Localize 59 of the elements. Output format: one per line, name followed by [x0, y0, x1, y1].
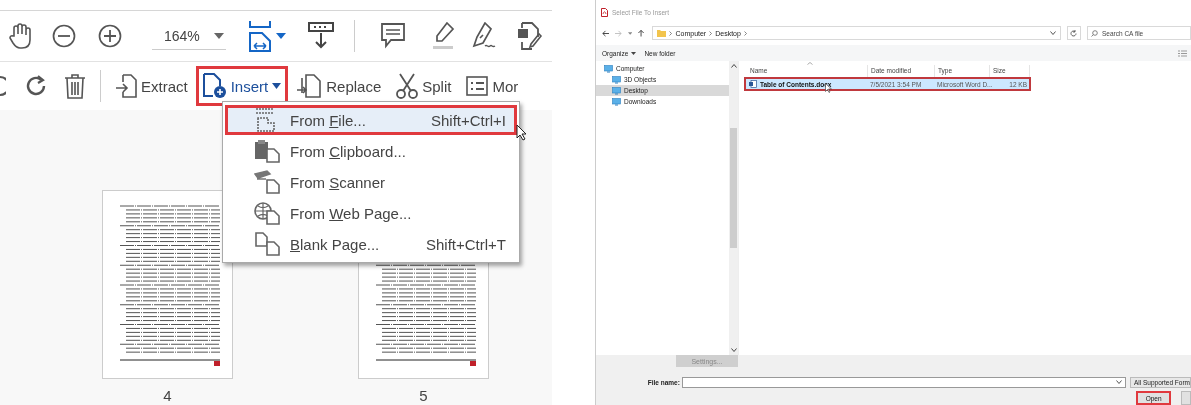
hand-icon[interactable]	[8, 22, 34, 50]
rotate-right-icon[interactable]	[24, 74, 48, 98]
zoom-dropdown[interactable]: 164%	[152, 22, 226, 50]
chevron-icon[interactable]	[743, 30, 747, 36]
menu-item[interactable]: Blank Page... Shift+Ctrl+T	[225, 229, 517, 259]
highlighter-icon[interactable]	[431, 22, 455, 50]
add-page-icon	[202, 73, 227, 99]
caret-icon[interactable]	[1049, 31, 1056, 35]
caret-icon	[272, 83, 282, 89]
file-name-field[interactable]	[681, 376, 1126, 388]
list-icon	[466, 76, 489, 96]
page-thumbnail[interactable]	[102, 190, 233, 379]
menu-item[interactable]: From File... Shift+Ctrl+I	[225, 105, 517, 135]
caret-icon	[1116, 380, 1122, 385]
edit-document-icon[interactable]	[517, 22, 543, 50]
fit-page-icon[interactable]	[248, 20, 272, 52]
page-number: 5	[419, 387, 428, 404]
search-icon	[1091, 29, 1098, 37]
menu-item[interactable]: From Clipboard...	[225, 136, 517, 166]
scroll-up-icon[interactable]	[730, 64, 737, 68]
caret-icon	[214, 32, 224, 39]
toolbar-button[interactable]: Extract	[108, 67, 195, 105]
computer-icon	[604, 64, 613, 73]
menu-item[interactable]: From Scanner	[225, 167, 517, 197]
caret-icon[interactable]	[627, 31, 633, 35]
scissors-icon	[396, 73, 419, 99]
scroll-down-icon[interactable]	[730, 348, 737, 352]
replace-page-icon	[296, 74, 323, 98]
scanner-icon	[254, 170, 280, 194]
page-number: 4	[163, 387, 172, 404]
chevron-icon[interactable]	[669, 30, 673, 36]
caret-icon	[631, 51, 637, 55]
caret-icon[interactable]	[276, 33, 286, 39]
comment-icon[interactable]	[381, 23, 405, 49]
extract-page-icon	[115, 74, 137, 98]
refresh-button[interactable]	[1066, 26, 1081, 40]
blank-page-icon	[254, 232, 280, 256]
back-arrow-icon[interactable]	[602, 29, 609, 37]
globe-icon	[254, 201, 280, 225]
word-document-icon	[749, 80, 757, 88]
trash-icon[interactable]	[64, 73, 86, 99]
scroll-mode-icon[interactable]	[308, 22, 334, 50]
toolbar-button[interactable]: Mor	[459, 69, 526, 103]
pdf-file-icon	[601, 7, 608, 17]
zoom-out-icon[interactable]	[52, 24, 76, 48]
up-arrow-icon[interactable]	[638, 29, 645, 37]
refresh-icon	[1070, 29, 1078, 37]
zoom-in-icon[interactable]	[98, 24, 122, 48]
toolbar-button[interactable]: Split	[389, 66, 459, 106]
clipboard-icon	[254, 139, 280, 163]
shortcut-text: Shift+Ctrl+I	[430, 111, 506, 129]
shortcut-text: Shift+Ctrl+T	[425, 235, 506, 253]
pen-signature-icon[interactable]	[471, 22, 497, 50]
menu-item[interactable]: From Web Page...	[225, 198, 517, 228]
scrollbar[interactable]	[729, 61, 738, 355]
chevron-icon[interactable]	[709, 30, 713, 36]
rotate-left-icon[interactable]	[0, 75, 6, 97]
toolbar-button[interactable]: Replace	[289, 67, 389, 105]
view-options-icon[interactable]	[1178, 49, 1187, 57]
